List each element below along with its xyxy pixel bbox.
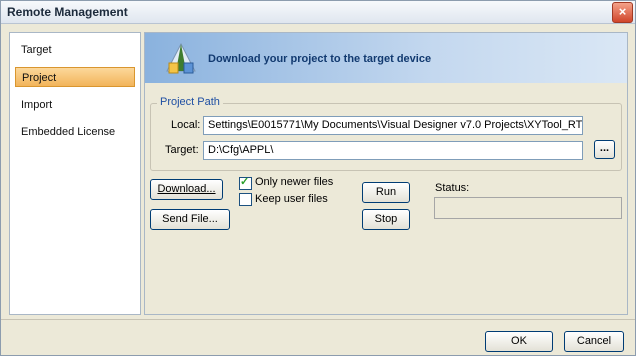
target-path-field[interactable]: D:\Cfg\APPL\ (203, 141, 583, 160)
keep-user-files-label[interactable]: Keep user files (255, 193, 328, 205)
local-label: Local: (171, 119, 201, 131)
send-file-button[interactable]: Send File... (150, 209, 230, 230)
download-icon (166, 42, 196, 74)
status-label: Status: (435, 182, 470, 194)
checkmark-icon: ✓ (240, 176, 250, 188)
sidebar: Target Project Import Embedded License (9, 32, 141, 315)
cancel-button[interactable]: Cancel (564, 331, 624, 352)
project-path-legend: Project Path (157, 96, 223, 108)
title-bar[interactable]: Remote Management × (1, 1, 635, 24)
only-newer-checkbox[interactable]: ✓ (239, 176, 252, 190)
banner-text: Download your project to the target devi… (208, 53, 432, 65)
status-box (434, 197, 622, 219)
header-banner: Download your project to the target devi… (145, 33, 627, 83)
only-newer-label[interactable]: Only newer files (255, 176, 333, 188)
dialog-footer: OK Cancel (1, 319, 635, 355)
download-button[interactable]: Download... (150, 179, 223, 200)
local-path-field[interactable]: Settings\E0015771\My Documents\Visual De… (203, 116, 583, 135)
project-panel: Download your project to the target devi… (144, 32, 628, 315)
download-button-label: Download... (157, 183, 216, 195)
sidebar-item-import[interactable]: Import (15, 95, 135, 115)
close-button[interactable]: × (612, 2, 633, 23)
browse-button[interactable]: ... (594, 140, 615, 159)
ok-button[interactable]: OK (485, 331, 553, 352)
project-path-group: Project Path Local: Settings\E0015771\My… (150, 96, 622, 171)
run-button[interactable]: Run (362, 182, 410, 203)
sidebar-item-project[interactable]: Project (15, 67, 135, 87)
close-icon: × (618, 4, 627, 19)
window-title: Remote Management (7, 5, 128, 19)
stop-button[interactable]: Stop (362, 209, 410, 230)
sidebar-item-target[interactable]: Target (15, 40, 135, 60)
target-label: Target: (165, 144, 199, 156)
send-file-button-label: Send File... (162, 213, 218, 225)
keep-user-files-checkbox[interactable] (239, 193, 252, 206)
sidebar-item-embedded-license[interactable]: Embedded License (15, 122, 135, 142)
remote-management-dialog: Remote Management × Target Project Impor… (0, 0, 636, 356)
